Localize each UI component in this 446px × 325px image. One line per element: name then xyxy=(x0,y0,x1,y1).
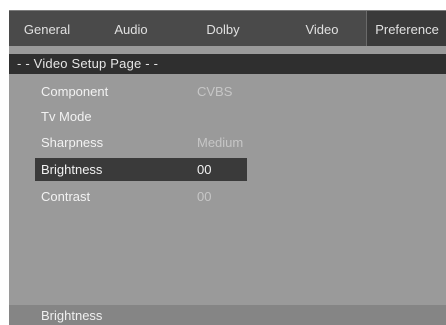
menu-item-value: Medium xyxy=(197,135,244,150)
tab-preference[interactable]: Preference xyxy=(366,11,446,46)
menu-item-contrast[interactable]: Contrast 00 xyxy=(35,185,247,208)
menu-item-sharpness[interactable]: Sharpness Medium xyxy=(35,131,247,154)
menu-item-label: Tv Mode xyxy=(41,109,92,124)
tab-audio[interactable]: Audio xyxy=(99,11,163,46)
menu-item-value: CVBS xyxy=(197,84,233,99)
menu-item-brightness[interactable]: Brightness 00 xyxy=(35,158,247,181)
menu-item-value: 00 xyxy=(197,162,212,177)
tab-video[interactable]: Video xyxy=(284,11,360,46)
page-title: - - Video Setup Page - - xyxy=(9,54,446,74)
tab-general[interactable]: General xyxy=(15,11,79,46)
menu-item-component[interactable]: Component CVBS xyxy=(35,80,247,103)
menu-item-label: Component xyxy=(41,84,109,99)
menu-item-tv-mode[interactable]: Tv Mode xyxy=(35,105,247,128)
menu-item-value: 00 xyxy=(197,189,212,204)
menu-item-label: Contrast xyxy=(41,189,91,204)
tab-dolby[interactable]: Dolby xyxy=(185,11,261,46)
osd-screen: General Audio Dolby Video Preference - -… xyxy=(9,10,446,325)
menu-item-label: Brightness xyxy=(41,162,103,177)
menu-item-label: Sharpness xyxy=(41,135,104,150)
tab-bar: General Audio Dolby Video Preference xyxy=(9,10,446,46)
status-bar: Brightness xyxy=(9,305,446,325)
